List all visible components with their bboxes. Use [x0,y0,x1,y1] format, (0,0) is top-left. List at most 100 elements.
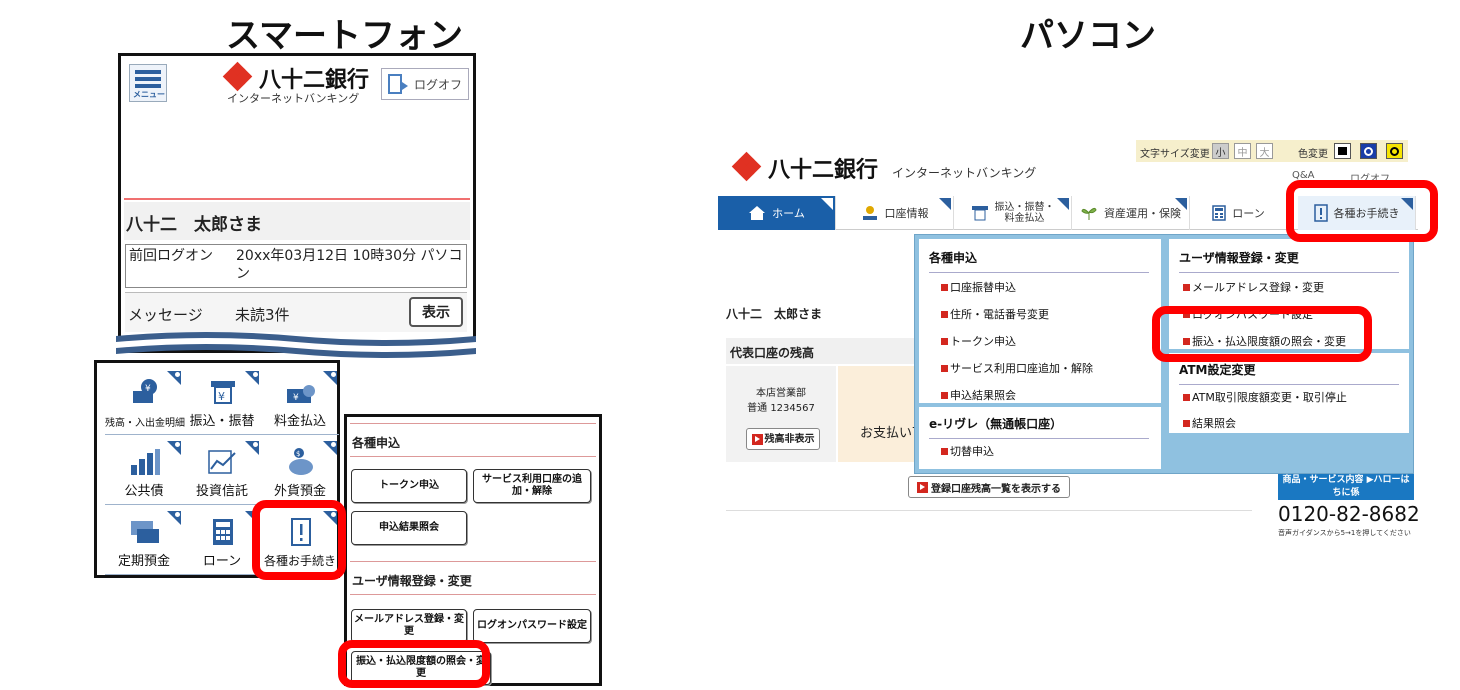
show-button[interactable]: 表示 [409,297,463,327]
tile-label: 残高・入出金明細 [105,418,185,429]
submenu-apply-title: 各種申込 [350,423,596,457]
nav-account-info-label: 口座情報 [884,207,929,220]
svg-text:¥: ¥ [218,390,225,403]
pc-bank-subtitle: インターネットバンキング [892,166,1037,180]
message-value: 未読3件 [235,306,290,324]
fontsize-small-button[interactable]: 小 [1212,143,1229,159]
dropdown-item[interactable]: トークン申込 [941,333,1016,349]
color-yellow-button[interactable] [1386,143,1403,159]
highlight-procedures [252,500,346,580]
menu-icon[interactable]: メニュー [129,64,167,102]
menu-label: メニュー [133,90,165,99]
dropdown-item[interactable]: メールアドレス登録・変更 [1183,279,1324,295]
pc-bank-logo [731,151,762,182]
nav-asset-insurance-label: 資産運用・保険 [1104,207,1181,220]
dropdown-item[interactable]: ATM取引限度額変更・取引停止 [1183,389,1347,405]
dropdown-atm-title: ATM設定変更 [1179,361,1399,385]
branch-name: 本店営業部 [756,388,806,399]
tile-label: 定期預金 [117,554,170,569]
piggybank-icon: $ [289,448,313,475]
tile-payment[interactable]: ¥ 料金払込 [261,369,339,435]
fontsize-mid-button[interactable]: 中 [1234,143,1251,159]
bank-logo-icon [222,61,253,92]
fontsize-bar: 文字サイズ変更 小 中 大 色変更 [1136,140,1408,162]
investment-icon [208,450,236,474]
logoff-button[interactable]: ログオフ [381,68,469,100]
tile-loan[interactable]: ローン [183,509,261,575]
deposit-icon [131,521,159,543]
highlight-pc-transfer-limit [1152,306,1372,362]
transfer-icon: ¥ [211,381,235,404]
pc-section-title: パソコン [1020,16,1156,56]
plant-icon [1081,207,1097,220]
dropdown-atm-column: ATM設定変更 ATM取引限度額変更・取引停止 結果照会 [1169,353,1409,433]
dropdown-item[interactable]: 申込結果照会 [941,387,1016,403]
calculator-icon [213,519,233,545]
tile-label: ローン [202,554,242,569]
color-blue-button[interactable] [1360,143,1377,159]
smartphone-section-title: スマートフォン [226,16,463,56]
account-list-button[interactable]: 登録口座残高一覧を表示する [908,476,1070,498]
tile-label: 投資信託 [195,484,248,499]
support-badge[interactable]: 商品・サービス内容 ▶ハローはちに係 [1278,472,1414,500]
tile-balance[interactable]: ¥ 残高・入出金明細 [105,369,185,435]
user-name: 八十二 太郎さま [124,202,470,240]
hide-balance-button[interactable]: 残高非表示 [746,428,820,450]
dropdown-user-title: ユーザ情報登録・変更 [1179,249,1399,273]
dropdown-apply-title: 各種申込 [929,249,1149,273]
token-apply-button[interactable]: トークン申込 [351,469,467,503]
dropdown-apply-column: 各種申込 口座振替申込 住所・電話番号変更 トークン申込 サービス利用口座追加・… [919,239,1161,403]
arrow-icon [917,481,928,493]
color-white-button[interactable] [1334,143,1351,159]
tile-transfer[interactable]: ¥ 振込・振替 [183,369,261,435]
tile-time-deposit[interactable]: 定期預金 [105,509,183,575]
phone-top-screen: メニュー 八十二銀行 インターネットバンキング ログオフ 八十二 太郎さま 前回… [118,53,476,353]
logoff-icon [388,74,408,94]
submenu-user-title: ユーザ情報登録・変更 [350,561,596,595]
pc-calculator-icon [1212,205,1227,221]
divider [726,510,1252,511]
tile-investment[interactable]: 投資信託 [183,439,261,505]
dropdown-item[interactable]: 結果照会 [1183,415,1236,431]
balance-icon: ¥ [133,379,157,403]
apply-result-button[interactable]: 申込結果照会 [351,511,467,545]
color-label: 色変更 [1298,149,1328,160]
bond-icon [131,449,160,475]
nav-transfer[interactable]: 振込・振替・料金払込 [954,196,1072,230]
mail-address-button[interactable]: メールアドレス登録・変更 [351,609,467,643]
password-button[interactable]: ログオンパスワード設定 [473,609,591,643]
dropdown-erive-column: e-リヴレ（無通帳口座） 切替申込 [919,407,1161,469]
dropdown-item[interactable]: 口座振替申込 [941,279,1016,295]
tile-label: 公共債 [124,484,164,499]
account-list-label: 登録口座残高一覧を表示する [931,483,1061,495]
service-account-button[interactable]: サービス利用口座の追加・解除 [473,469,591,503]
support-phone-note: 音声ガイダンスから5→1を押してください [1278,529,1411,537]
dropdown-item[interactable]: 住所・電話番号変更 [941,306,1049,322]
account-box: 本店営業部 普通 1234567 残高非表示 [726,366,836,462]
payment-icon: ¥ [287,385,315,403]
support-panel: 商品・サービス内容 ▶ハローはちに係 0120-82-8682 音声ガイダンスか… [1276,470,1420,538]
highlight-transfer-limit [338,640,490,688]
last-logon-label: 前回ログオン [129,248,213,264]
dropdown-erive-title: e-リヴレ（無通帳口座） [929,415,1149,439]
tile-bond[interactable]: 公共債 [105,439,183,505]
nav-home[interactable]: ホーム [718,196,836,230]
nav-home-label: ホーム [772,207,805,220]
payable-box: お支払い可 [838,366,918,462]
nav-asset-insurance[interactable]: 資産運用・保険 [1072,196,1190,230]
dropdown-item[interactable]: 切替申込 [941,443,994,459]
svg-text:¥: ¥ [145,384,151,394]
highlight-pc-procedures [1286,180,1438,242]
nav-account-info[interactable]: 口座情報 [836,196,954,230]
balance-title: 代表口座の残高 [726,338,926,364]
pc-user-name: 八十二 太郎さま [726,307,823,321]
pc-bank-logo-icon [731,151,762,182]
pc-bank-name: 八十二銀行 [768,158,879,183]
nav-transfer-label: 振込・振替・料金払込 [994,202,1055,224]
dropdown-item[interactable]: サービス利用口座追加・解除 [941,360,1093,376]
divider [124,198,470,200]
tile-foreign-deposit[interactable]: $ 外貨預金 [261,439,339,505]
nav-loan[interactable]: ローン [1190,196,1288,230]
fontsize-large-button[interactable]: 大 [1256,143,1273,159]
account-info-icon [862,206,877,220]
